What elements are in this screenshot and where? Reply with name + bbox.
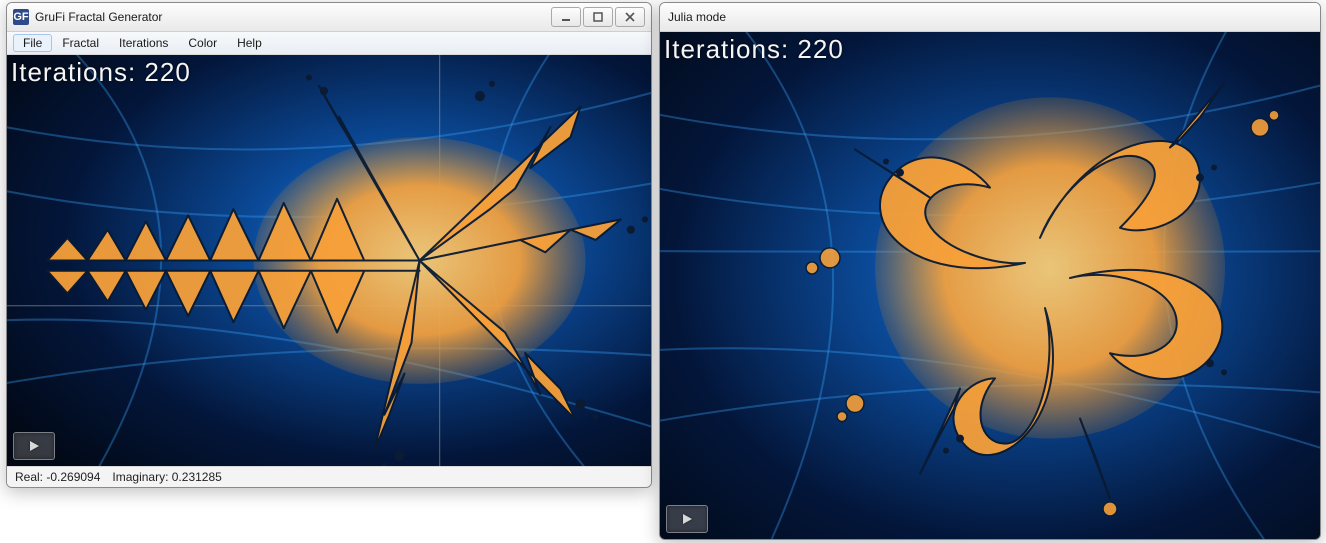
close-button[interactable] <box>615 7 645 27</box>
fractal-canvas-julia[interactable]: Iterations: 220 <box>660 32 1320 539</box>
fractal-canvas-mandelbrot[interactable]: Iterations: 220 <box>7 55 651 466</box>
statusbar: Real: -0.269094 Imaginary: 0.231285 <box>7 466 651 487</box>
menu-file[interactable]: File <box>13 34 52 52</box>
status-imaginary: Imaginary: 0.231285 <box>112 470 221 484</box>
fractal-render-mandelbrot <box>7 55 651 466</box>
play-button[interactable] <box>666 505 708 533</box>
app-icon: GF <box>13 9 29 25</box>
window-title: GruFi Fractal Generator <box>35 10 551 24</box>
play-icon <box>27 439 41 453</box>
play-icon <box>680 512 694 526</box>
iterations-overlay: Iterations: 220 <box>11 57 191 88</box>
julia-window: Julia mode <box>659 2 1321 540</box>
window-title: Julia mode <box>666 10 1314 24</box>
iterations-overlay: Iterations: 220 <box>664 34 844 65</box>
maximize-button[interactable] <box>583 7 613 27</box>
main-window: GF GruFi Fractal Generator File <box>6 2 652 488</box>
status-real: Real: -0.269094 <box>15 470 100 484</box>
minimize-button[interactable] <box>551 7 581 27</box>
close-icon <box>625 12 635 22</box>
fractal-render-julia <box>660 32 1320 539</box>
titlebar[interactable]: Julia mode <box>660 3 1320 32</box>
menu-iterations[interactable]: Iterations <box>109 34 178 52</box>
minimize-icon <box>561 12 571 22</box>
titlebar[interactable]: GF GruFi Fractal Generator <box>7 3 651 32</box>
play-button[interactable] <box>13 432 55 460</box>
window-controls <box>551 7 645 27</box>
menu-fractal[interactable]: Fractal <box>52 34 109 52</box>
menubar: File Fractal Iterations Color Help <box>7 32 651 55</box>
menu-color[interactable]: Color <box>178 34 227 52</box>
maximize-icon <box>593 12 603 22</box>
menu-help[interactable]: Help <box>227 34 272 52</box>
